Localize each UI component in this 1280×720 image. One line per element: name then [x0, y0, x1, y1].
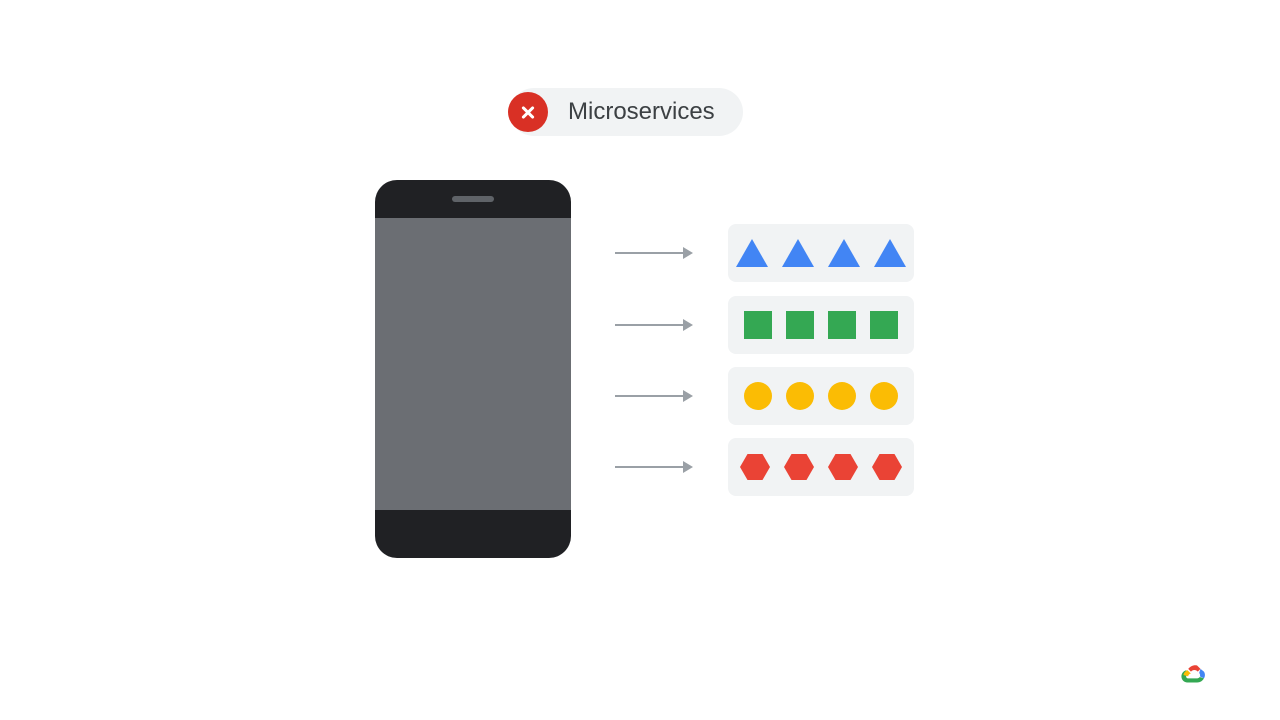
arrow-icon [615, 252, 691, 254]
hexagon-icon [784, 454, 814, 480]
title-label: Microservices [568, 98, 715, 126]
service-box-triangles [728, 224, 914, 282]
service-box-squares [728, 296, 914, 354]
triangle-icon [736, 239, 768, 267]
hexagon-icon [740, 454, 770, 480]
square-icon [786, 311, 814, 339]
hexagon-icon [872, 454, 902, 480]
phone-illustration [375, 180, 571, 558]
square-icon [870, 311, 898, 339]
arrow-icon [615, 466, 691, 468]
title-badge: Microservices [510, 88, 743, 136]
error-icon [508, 92, 548, 132]
service-box-hexagons [728, 438, 914, 496]
triangle-icon [782, 239, 814, 267]
circle-icon [786, 382, 814, 410]
square-icon [828, 311, 856, 339]
hexagon-icon [828, 454, 858, 480]
square-icon [744, 311, 772, 339]
circle-icon [828, 382, 856, 410]
arrow-icon [615, 324, 691, 326]
phone-screen [375, 218, 571, 510]
triangle-icon [828, 239, 860, 267]
circle-icon [870, 382, 898, 410]
triangle-icon [874, 239, 906, 267]
phone-speaker [452, 196, 494, 202]
google-cloud-logo-icon [1178, 662, 1208, 688]
circle-icon [744, 382, 772, 410]
service-box-circles [728, 367, 914, 425]
arrow-icon [615, 395, 691, 397]
